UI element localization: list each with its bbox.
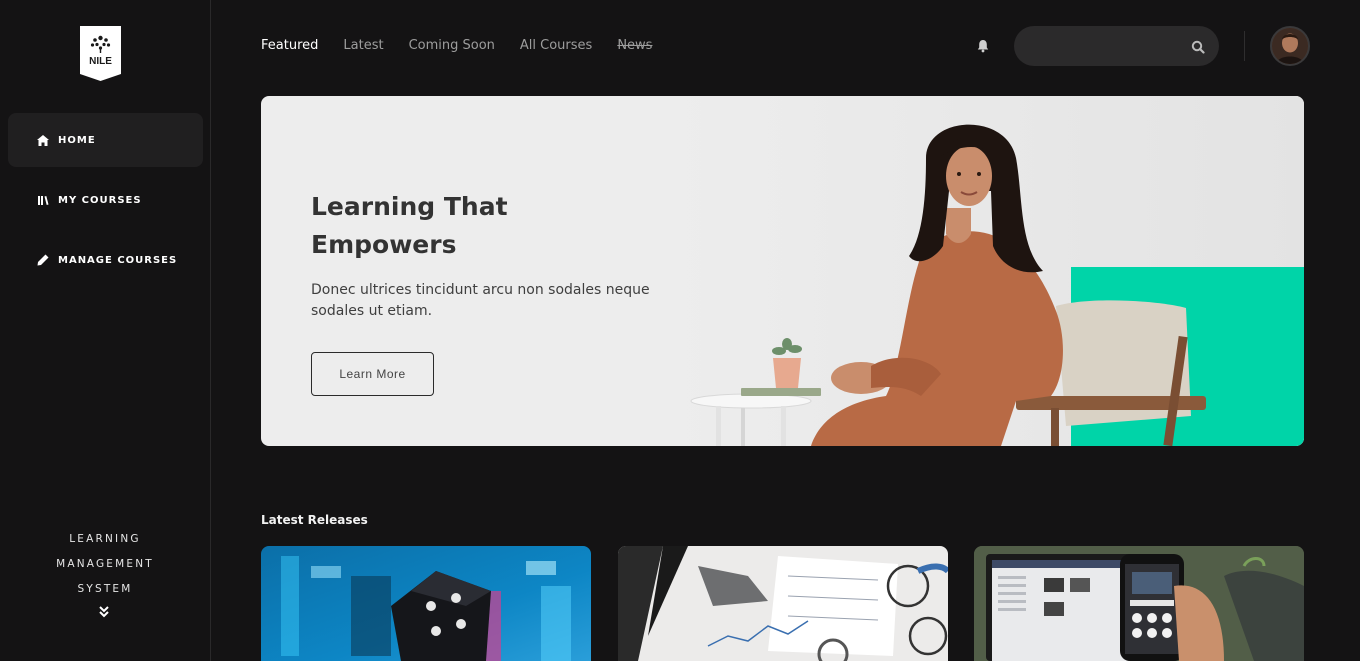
books-icon [36, 193, 50, 207]
lms-line-1: LEARNING [69, 533, 141, 545]
lms-line-2: MANAGEMENT [56, 558, 154, 570]
avatar[interactable] [1270, 26, 1310, 66]
tab-news[interactable]: News [617, 37, 652, 55]
home-icon [36, 133, 50, 147]
hero-title-line-1: Learning That [311, 192, 508, 221]
course-thumbnail [261, 546, 591, 661]
search-box [1014, 26, 1219, 66]
pencil-icon [36, 253, 50, 267]
lms-caption: LEARNING MANAGEMENT SYSTEM [0, 527, 210, 602]
tab-all-courses[interactable]: All Courses [520, 37, 592, 55]
chevron-double-down-icon[interactable] [98, 604, 110, 618]
sidebar-item-label: HOME [58, 134, 96, 146]
hero-banner: Learning That Empowers Donec ultrices ti… [261, 96, 1304, 446]
lms-line-3: SYSTEM [77, 583, 133, 595]
course-card-analytics[interactable] [618, 546, 948, 661]
search-input[interactable] [1014, 26, 1219, 66]
top-nav: Featured Latest Coming Soon All Courses … [261, 37, 677, 55]
learn-more-button[interactable]: Learn More [311, 352, 434, 396]
header-divider [1244, 31, 1245, 61]
sidebar: NILE HOME MY COURSES MANAGE COURSES LEAR… [0, 0, 211, 661]
bell-icon[interactable] [976, 38, 990, 53]
sidebar-item-my-courses[interactable]: MY COURSES [8, 173, 203, 227]
hero-title: Learning That Empowers [311, 188, 631, 264]
course-card-dice[interactable] [261, 546, 591, 661]
hero-description: Donec ultrices tincidunt arcu non sodale… [311, 282, 650, 319]
svg-text:NILE: NILE [89, 56, 112, 67]
course-card-mobile[interactable] [974, 546, 1304, 661]
tab-coming-soon[interactable]: Coming Soon [409, 37, 495, 55]
sidebar-item-manage-courses[interactable]: MANAGE COURSES [8, 233, 203, 287]
tab-featured[interactable]: Featured [261, 37, 318, 55]
nile-logo[interactable]: NILE [80, 26, 121, 81]
sidebar-item-label: MY COURSES [58, 194, 142, 206]
sidebar-item-home[interactable]: HOME [8, 113, 203, 167]
sidebar-item-label: MANAGE COURSES [58, 254, 178, 266]
latest-releases-title: Latest Releases [261, 513, 368, 527]
tab-latest[interactable]: Latest [343, 37, 383, 55]
course-thumbnail [974, 546, 1304, 661]
course-thumbnail [618, 546, 948, 661]
search-icon[interactable] [1191, 39, 1205, 54]
hero-image [671, 96, 1304, 446]
hero-title-line-2: Empowers [311, 230, 457, 259]
